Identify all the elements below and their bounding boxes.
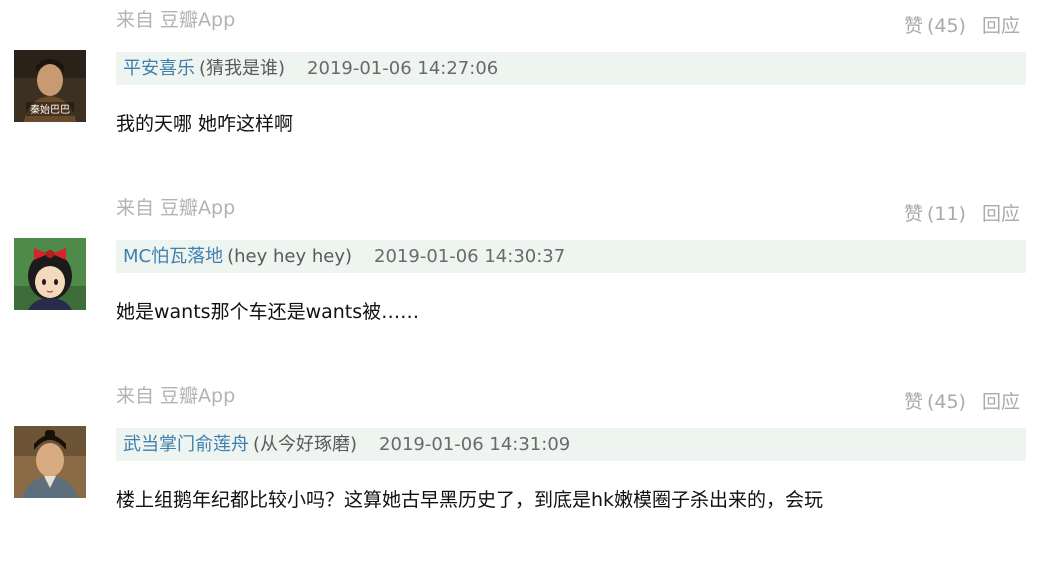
comment-item: 来自 豆瓣App 赞 (11) 回应 MC怕瓦落地 (hey hey hey) 2019…: [0, 190, 1058, 378]
comment-meta: MC怕瓦落地 (hey hey hey) 2019-01-06 14:30:37: [116, 240, 1026, 273]
comment-text: 楼上组鹅年纪都比较小吗？这算她古早黑历史了，到底是hk嫩模圈子杀出来的，会玩: [116, 489, 824, 511]
avatar-photo-icon: [14, 426, 86, 498]
comment-item: 来自 豆瓣App 赞 (45) 回应 秦始巴巴 平安喜乐 (猜我是谁) 2019-01-…: [0, 2, 1058, 190]
like-label: 赞: [903, 203, 923, 225]
reply-button[interactable]: 回应: [982, 203, 1020, 225]
username-link[interactable]: MC怕瓦落地: [123, 246, 223, 267]
user-avatar[interactable]: [14, 238, 86, 310]
comment-source: 来自 豆瓣App: [116, 9, 236, 31]
avatar-caption: 秦始巴巴: [30, 103, 70, 116]
like-count: (45): [926, 15, 966, 37]
avatar-cartoon-girl-icon: [14, 238, 86, 310]
like-button[interactable]: 赞 (45): [904, 391, 966, 413]
comment-actions: 赞 (45) 回应: [904, 8, 1020, 44]
comment-meta: 武当掌门俞莲舟 (从今好琢磨) 2019-01-06 14:31:09: [116, 428, 1026, 461]
comment-source: 来自 豆瓣App: [116, 385, 236, 407]
comment-actions: 赞 (45) 回应: [904, 384, 1020, 420]
comment-time: 2019-01-06 14:27:06: [307, 58, 499, 79]
comment-time: 2019-01-06 14:31:09: [379, 434, 571, 455]
user-avatar[interactable]: 秦始巴巴: [14, 50, 86, 122]
username-link[interactable]: 平安喜乐: [123, 58, 195, 79]
user-signature: (hey hey hey): [227, 246, 353, 267]
user-signature: (猜我是谁): [199, 58, 286, 79]
user-signature: (从今好琢磨): [253, 434, 358, 455]
like-label: 赞: [903, 391, 923, 413]
reply-button[interactable]: 回应: [982, 391, 1020, 413]
comment-item: 来自 豆瓣App 赞 (45) 回应 武当掌门俞莲舟 (从今好琢磨) 2019-01-0…: [0, 378, 1058, 566]
comment-text: 她是wants那个车还是wants被……: [116, 301, 420, 323]
like-label: 赞: [903, 15, 923, 37]
avatar-photo-icon: 秦始巴巴: [14, 50, 86, 122]
reply-button[interactable]: 回应: [982, 15, 1020, 37]
user-avatar[interactable]: [14, 426, 86, 498]
like-count: (11): [926, 203, 966, 225]
like-count: (45): [926, 391, 966, 413]
comment-text: 我的天哪 她咋这样啊: [116, 113, 294, 135]
comment-actions: 赞 (11) 回应: [904, 196, 1020, 232]
comment-source: 来自 豆瓣App: [116, 197, 236, 219]
like-button[interactable]: 赞 (11): [904, 203, 966, 225]
username-link[interactable]: 武当掌门俞莲舟: [123, 434, 249, 455]
comment-time: 2019-01-06 14:30:37: [374, 246, 566, 267]
like-button[interactable]: 赞 (45): [904, 15, 966, 37]
comment-meta: 平安喜乐 (猜我是谁) 2019-01-06 14:27:06: [116, 52, 1026, 85]
